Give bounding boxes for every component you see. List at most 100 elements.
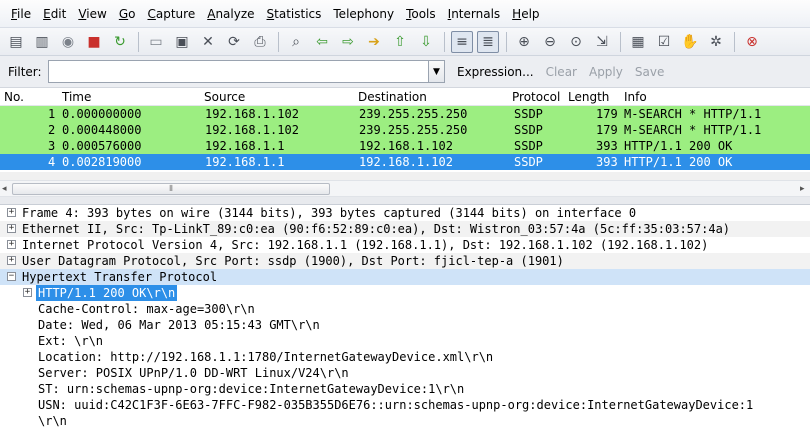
menu-go[interactable]: Go — [114, 0, 141, 28]
toolbar-separator — [444, 31, 445, 52]
column-header-no[interactable]: No. — [4, 90, 24, 104]
menu-view[interactable]: View — [73, 0, 111, 28]
packet-list-horizontal-scrollbar[interactable]: ◂ ⦀ ▸ — [0, 180, 810, 197]
packet-destination: 239.255.255.250 — [359, 107, 468, 121]
packet-info: M-SEARCH * HTTP/1.1 — [624, 123, 762, 137]
tree-item-header[interactable]: USN: uuid:C42C1F3F-6E63-7FFC-F982-035B35… — [0, 397, 810, 413]
packet-info: HTTP/1.1 200 OK — [624, 155, 733, 169]
go-to-packet-icon[interactable]: ➔ — [363, 31, 385, 53]
close-file-icon[interactable]: ✕ — [197, 31, 219, 53]
menu-statistics[interactable]: Statistics — [262, 0, 327, 28]
tree-item-ip[interactable]: + Internet Protocol Version 4, Src: 192.… — [0, 237, 810, 253]
tree-item-header[interactable]: Date: Wed, 06 Mar 2013 05:15:43 GMT\r\n — [0, 317, 810, 333]
filter-dropdown-button[interactable]: ▼ — [429, 60, 445, 83]
packet-length: 393 — [596, 139, 618, 153]
column-header-protocol[interactable]: Protocol — [512, 90, 560, 104]
packet-source: 192.168.1.102 — [205, 107, 299, 121]
packet-time: 0.000448000 — [62, 123, 142, 137]
packet-protocol: SSDP — [514, 123, 543, 137]
open-file-icon[interactable]: ▭ — [145, 31, 167, 53]
scrollbar-thumb[interactable]: ⦀ — [12, 183, 330, 195]
menu-internals[interactable]: Internals — [443, 0, 506, 28]
expand-icon[interactable]: + — [23, 288, 32, 297]
resize-columns-icon[interactable]: ⇲ — [591, 31, 613, 53]
tree-item-header[interactable]: Ext: \r\n — [0, 333, 810, 349]
find-packet-icon[interactable]: ⌕ — [285, 31, 307, 53]
colorize-icon[interactable]: ≡ — [451, 30, 473, 53]
capture-filters-icon[interactable]: ▦ — [627, 31, 649, 53]
column-header-info[interactable]: Info — [624, 90, 647, 104]
reload-icon[interactable]: ⟳ — [223, 31, 245, 53]
packet-length: 393 — [596, 155, 618, 169]
preferences-icon[interactable]: ✲ — [705, 31, 727, 53]
packet-info: M-SEARCH * HTTP/1.1 — [624, 107, 762, 121]
last-packet-icon[interactable]: ⇩ — [415, 31, 437, 53]
interfaces-icon[interactable]: ▤ — [5, 31, 27, 53]
menu-tools[interactable]: Tools — [401, 0, 441, 28]
expression-button[interactable]: Expression... — [457, 65, 534, 79]
toolbar-separator — [506, 31, 507, 52]
column-header-source[interactable]: Source — [204, 90, 245, 104]
column-header-destination[interactable]: Destination — [358, 90, 427, 104]
tree-item-header[interactable]: Cache-Control: max-age=300\r\n — [0, 301, 810, 317]
go-forward-icon[interactable]: ⇨ — [337, 31, 359, 53]
menu-file[interactable]: File — [6, 0, 36, 28]
first-packet-icon[interactable]: ⇧ — [389, 31, 411, 53]
stop-capture-icon[interactable]: ■ — [83, 31, 105, 53]
menu-help[interactable]: Help — [507, 0, 544, 28]
print-icon[interactable]: ⎙ — [249, 31, 271, 53]
packet-row-selected[interactable]: 4 0.002819000 192.168.1.1 192.168.1.102 … — [0, 154, 810, 170]
zoom-in-icon[interactable]: ⊕ — [513, 31, 535, 53]
tree-item-header[interactable]: ST: urn:schemas-upnp-org:device:Internet… — [0, 381, 810, 397]
scroll-left-icon[interactable]: ◂ — [2, 184, 7, 194]
packet-protocol: SSDP — [514, 107, 543, 121]
toolbar-separator — [620, 31, 621, 52]
zoom-normal-icon[interactable]: ⊙ — [565, 31, 587, 53]
pane-splitter[interactable] — [0, 197, 810, 205]
packet-length: 179 — [596, 107, 618, 121]
menu-analyze[interactable]: Analyze — [202, 0, 259, 28]
save-button[interactable]: Save — [635, 65, 664, 79]
expand-icon[interactable]: + — [7, 256, 16, 265]
packet-row[interactable]: 1 0.000000000 192.168.1.102 239.255.255.… — [0, 106, 810, 122]
filter-label: Filter: — [8, 64, 42, 79]
expand-icon[interactable]: + — [7, 208, 16, 217]
packet-protocol: SSDP — [514, 155, 543, 169]
packet-source: 192.168.1.1 — [205, 139, 285, 153]
collapse-icon[interactable]: − — [7, 272, 16, 281]
tree-item-http[interactable]: − Hypertext Transfer Protocol — [0, 269, 810, 285]
tree-item-header[interactable]: Location: http://192.168.1.1:1780/Intern… — [0, 349, 810, 365]
selected-field[interactable]: HTTP/1.1 200 OK\r\n — [36, 285, 178, 301]
filter-input[interactable] — [48, 60, 429, 83]
tree-item-udp[interactable]: + User Datagram Protocol, Src Port: ssdp… — [0, 253, 810, 269]
expand-icon[interactable]: + — [7, 224, 16, 233]
go-back-icon[interactable]: ⇦ — [311, 31, 333, 53]
menu-edit[interactable]: Edit — [38, 0, 71, 28]
packet-no: 1 — [48, 107, 56, 121]
save-file-icon[interactable]: ▣ — [171, 31, 193, 53]
packet-destination: 192.168.1.102 — [359, 155, 453, 169]
tree-item-header[interactable]: Server: POSIX UPnP/1.0 DD-WRT Linux/V24\… — [0, 365, 810, 381]
packet-time: 0.000576000 — [62, 139, 142, 153]
autoscroll-icon[interactable]: ≣ — [477, 30, 499, 53]
coloring-rules-icon[interactable]: ✋ — [679, 31, 701, 53]
apply-button[interactable]: Apply — [589, 65, 623, 79]
help-icon[interactable]: ⊗ — [741, 31, 763, 53]
menu-capture[interactable]: Capture — [142, 0, 200, 28]
packet-row[interactable]: 2 0.000448000 192.168.1.102 239.255.255.… — [0, 122, 810, 138]
tree-item-frame[interactable]: + Frame 4: 393 bytes on wire (3144 bits)… — [0, 205, 810, 221]
zoom-out-icon[interactable]: ⊖ — [539, 31, 561, 53]
tree-item-ethernet[interactable]: + Ethernet II, Src: Tp-LinkT_89:c0:ea (9… — [0, 221, 810, 237]
menu-telephony[interactable]: Telephony — [328, 0, 399, 28]
start-capture-icon[interactable]: ◉ — [57, 31, 79, 53]
capture-options-icon[interactable]: ▥ — [31, 31, 53, 53]
column-header-time[interactable]: Time — [62, 90, 91, 104]
expand-icon[interactable]: + — [7, 240, 16, 249]
restart-capture-icon[interactable]: ↻ — [109, 31, 131, 53]
clear-button[interactable]: Clear — [546, 65, 577, 79]
column-header-length[interactable]: Length — [568, 90, 609, 104]
tree-item-http-status-line[interactable]: + HTTP/1.1 200 OK\r\n — [0, 285, 810, 301]
display-filters-icon[interactable]: ☑ — [653, 31, 675, 53]
scroll-right-icon[interactable]: ▸ — [800, 184, 805, 194]
packet-row[interactable]: 3 0.000576000 192.168.1.1 192.168.1.102 … — [0, 138, 810, 154]
